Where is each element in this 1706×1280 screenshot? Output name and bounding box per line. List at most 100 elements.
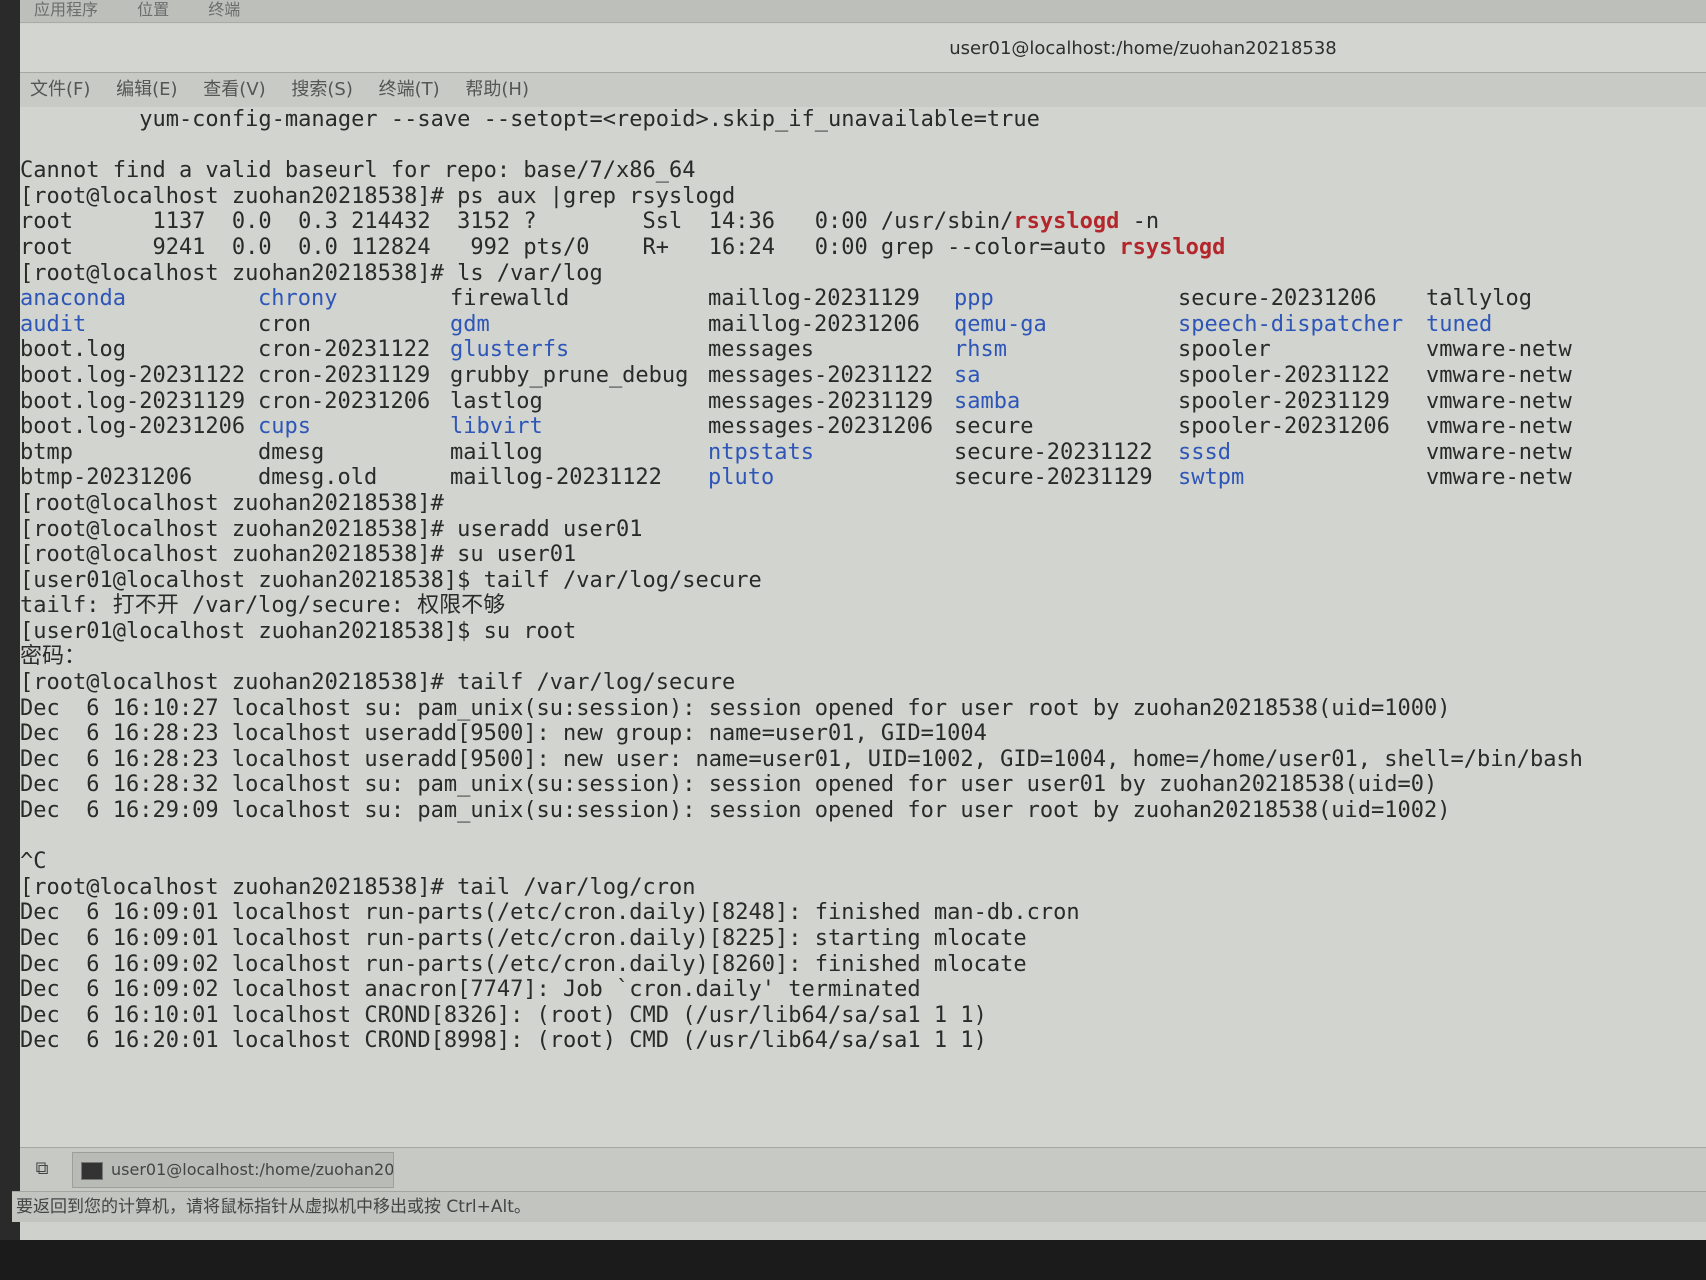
ls-directory-entry: gdm — [450, 311, 490, 337]
terminal-line: [root@localhost zuohan20218538]# tail /v… — [20, 874, 696, 900]
ls-file-entry: cron-20231122 — [258, 337, 431, 363]
ls-file-entry: spooler-20231122 — [1178, 362, 1390, 388]
ls-file-entry: dmesg.old — [258, 465, 378, 491]
terminal-app-menu[interactable]: 终端 — [208, 0, 240, 20]
ls-file-entry: vmware-netw — [1426, 414, 1572, 440]
ls-file-entry: dmesg — [258, 439, 325, 465]
ls-output-row: btmp dmesg maillog ntpstats secure-20231122 s… — [20, 440, 1706, 466]
ls-output-row: boot.log cron-20231122 glusterfs messages rh… — [20, 337, 1706, 363]
ls-directory-entry: ppp — [954, 286, 994, 312]
ls-file-entry: messages — [708, 337, 814, 363]
terminal-line: Cannot find a valid baseurl for repo: ba… — [20, 158, 696, 184]
ls-file-entry: spooler — [1178, 337, 1271, 363]
ls-file-entry: vmware-netw — [1426, 465, 1572, 491]
taskbar: ⧉ user01@localhost:/home/zuohan20… — [20, 1147, 1706, 1192]
menu-file[interactable]: 文件(F) — [30, 73, 90, 107]
ls-file-entry: messages-20231122 — [708, 362, 934, 388]
ls-output-row: boot.log-20231206 cups libvirt messages-202… — [20, 414, 1706, 440]
menu-search[interactable]: 搜索(S) — [291, 73, 352, 107]
ls-directory-entry: libvirt — [450, 414, 543, 440]
ps-row-text: root 1137 0.0 0.3 214432 3152 ? Ssl 14:3… — [20, 209, 1014, 235]
ls-file-entry: maillog-20231129 — [708, 286, 920, 312]
ps-row-text: root 9241 0.0 0.0 112824 992 pts/0 R+ 16… — [20, 234, 1120, 260]
menu-terminal[interactable]: 终端(T) — [379, 73, 440, 107]
ls-file-entry: secure — [954, 414, 1034, 440]
ls-file-entry: cron-20231206 — [258, 388, 431, 414]
window-title: user01@localhost:/home/zuohan20218538 — [949, 38, 1337, 59]
terminal-line: Dec 6 16:09:01 localhost run-parts(/etc/… — [20, 900, 1080, 926]
ls-file-entry: secure-20231122 — [954, 439, 1153, 465]
ls-output-row: anaconda chrony firewalld maillog-20231129 p… — [20, 286, 1706, 312]
terminal-line: Dec 6 16:09:02 localhost run-parts(/etc/… — [20, 951, 1027, 977]
ls-file-entry: lastlog — [450, 388, 543, 414]
terminal-line: Dec 6 16:28:23 localhost useradd[9500]: … — [20, 746, 1583, 772]
menu-help[interactable]: 帮助(H) — [465, 73, 529, 107]
ls-directory-entry: sa — [954, 362, 981, 388]
ls-file-entry: btmp — [20, 439, 73, 465]
ls-output-row: boot.log-20231122 cron-20231129 grubby_pru… — [20, 363, 1706, 389]
applications-menu[interactable]: 应用程序 — [34, 0, 98, 20]
ls-directory-entry: rhsm — [954, 337, 1007, 363]
vm-status-bar: 要返回到您的计算机，请将鼠标指针从虚拟机中移出或按 Ctrl+Alt。 — [12, 1191, 1706, 1222]
terminal-line: Dec 6 16:28:32 localhost su: pam_unix(su… — [20, 772, 1438, 798]
grep-match-highlight: rsyslogd — [1119, 234, 1226, 260]
terminal-icon — [81, 1161, 103, 1180]
ps-row-suffix: -n — [1119, 209, 1160, 235]
terminal-line: [root@localhost zuohan20218538]# useradd… — [20, 516, 643, 542]
ls-directory-entry: swtpm — [1178, 465, 1245, 491]
ps-output-row: root 9241 0.0 0.0 112824 992 pts/0 R+ 16… — [20, 235, 1706, 261]
ls-file-entry: cron — [258, 311, 311, 337]
terminal-line: yum-config-manager --save --setopt=<repo… — [20, 107, 1040, 132]
ls-file-entry: boot.log-20231122 — [20, 362, 246, 388]
ls-output-row: boot.log-20231129 cron-20231206 lastlog mes… — [20, 389, 1706, 415]
taskbar-item-label: user01@localhost:/home/zuohan20… — [111, 1160, 394, 1179]
window-titlebar[interactable]: user01@localhost:/home/zuohan20218538 — [20, 24, 1706, 73]
ls-file-entry: maillog — [450, 439, 543, 465]
ls-output-row: btmp-20231206 dmesg.old maillog-20231122 pl… — [20, 465, 1706, 491]
ls-directory-entry: sssd — [1178, 439, 1231, 465]
ps-output-row: root 1137 0.0 0.3 214432 3152 ? Ssl 14:3… — [20, 209, 1706, 235]
terminal-line: Dec 6 16:09:01 localhost run-parts(/etc/… — [20, 926, 1027, 951]
ls-directory-entry: pluto — [708, 465, 775, 491]
ls-directory-entry: speech-dispatcher — [1178, 311, 1404, 337]
ls-file-entry: boot.log-20231206 — [20, 414, 246, 440]
terminal-line: [root@localhost zuohan20218538]# tailf /… — [20, 670, 736, 696]
ls-file-entry: secure-20231129 — [954, 465, 1153, 491]
ls-file-entry: vmware-netw — [1426, 388, 1572, 414]
vm-screen: 应用程序 位置 终端 user01@localhost:/home/zuohan… — [0, 0, 1706, 1240]
terminal-line: [user01@localhost zuohan20218538]$ su ro… — [20, 618, 577, 644]
ls-file-entry: maillog-20231206 — [708, 311, 920, 337]
terminal-line: tailf: 打不开 /var/log/secure: 权限不够 — [20, 593, 506, 619]
ls-file-entry: messages-20231206 — [708, 414, 934, 440]
menu-edit[interactable]: 编辑(E) — [116, 73, 177, 107]
ls-file-entry: boot.log — [20, 337, 126, 363]
ls-directory-entry: anaconda — [20, 286, 126, 312]
ls-file-entry: cron-20231129 — [258, 362, 431, 388]
terminal-line: Dec 6 16:10:27 localhost su: pam_unix(su… — [20, 695, 1451, 721]
menu-view[interactable]: 查看(V) — [203, 73, 265, 107]
ls-file-entry: boot.log-20231129 — [20, 388, 246, 414]
ls-directory-entry: audit — [20, 311, 87, 337]
terminal-line: Dec 6 16:10:01 localhost CROND[8326]: (r… — [20, 1002, 987, 1028]
ls-command-line: [root@localhost zuohan20218538]# ls /var… — [20, 260, 603, 286]
ls-file-entry: spooler-20231129 — [1178, 388, 1390, 414]
terminal-line: [root@localhost zuohan20218538]# ps aux … — [20, 183, 736, 209]
terminal-line: Dec 6 16:09:02 localhost anacron[7747]: … — [20, 977, 921, 1003]
ls-output-row: audit cron gdm maillog-20231206 qemu-ga speec… — [20, 312, 1706, 338]
menu-bar: 文件(F) 编辑(E) 查看(V) 搜索(S) 终端(T) 帮助(H) — [20, 73, 1706, 107]
ls-file-entry: maillog-20231122 — [450, 465, 662, 491]
ls-file-entry: vmware-netw — [1426, 439, 1572, 465]
terminal-line: ^C — [20, 849, 47, 875]
ls-file-entry: grubby_prune_debug — [450, 362, 689, 388]
places-menu[interactable]: 位置 — [137, 0, 169, 20]
terminal-line: Dec 6 16:29:09 localhost su: pam_unix(su… — [20, 798, 1451, 824]
terminal-output[interactable]: yum-config-manager --save --setopt=<repo… — [20, 107, 1706, 1147]
ls-directory-entry: chrony — [258, 286, 338, 312]
ls-file-entry: vmware-netw — [1426, 337, 1572, 363]
ls-directory-entry: qemu-ga — [954, 311, 1047, 337]
taskbar-terminal-item[interactable]: user01@localhost:/home/zuohan20… — [72, 1152, 394, 1188]
window-restore-icon[interactable]: ⧉ — [28, 1156, 56, 1182]
ls-directory-entry: ntpstats — [708, 439, 814, 465]
